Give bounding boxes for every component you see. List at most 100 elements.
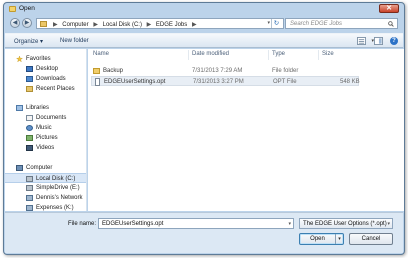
help-icon[interactable]: ? (390, 37, 398, 45)
sidebar-header-label: Libraries (26, 104, 50, 111)
star-icon (16, 56, 23, 62)
file-type-select[interactable]: The EDGE User Options (*.opt) ▾ (299, 218, 393, 229)
navigation-pane[interactable]: Favorites Desktop Downloads Recent Place… (5, 49, 87, 211)
network-drive-icon (26, 195, 33, 201)
computer-icon (16, 165, 23, 171)
address-row: ◀ ▶ ▶ Computer ▶ Local Disk (C:) ▶ EDGE … (8, 18, 400, 30)
open-dialog: Open ✕ ◀ ▶ ▶ Computer ▶ Local Disk (C:) … (3, 2, 405, 255)
music-icon (26, 125, 33, 131)
open-button[interactable]: Open ▾ (299, 233, 344, 245)
breadcrumb-item-computer[interactable]: Computer (62, 22, 88, 28)
pictures-icon (26, 135, 33, 141)
documents-icon (26, 115, 33, 121)
file-size: 548 KB (340, 78, 360, 85)
breadcrumb-separator: ▶ (191, 21, 197, 28)
column-header-name[interactable]: Name (93, 51, 109, 60)
title-bar: Open ✕ (4, 3, 404, 15)
sidebar-item-desktop[interactable]: Desktop (5, 64, 86, 74)
search-input[interactable]: Search EDGE Jobs (285, 18, 398, 29)
breadcrumb: ▶ Computer ▶ Local Disk (C:) ▶ EDGE Jobs… (50, 21, 200, 28)
sidebar-item-label: Recent Places (36, 85, 75, 92)
sidebar-item-label: Downloads (36, 75, 66, 82)
column-header-size[interactable]: Size (322, 51, 334, 60)
breadcrumb-separator: ▶ (93, 21, 98, 28)
sidebar-item-downloads[interactable]: Downloads (5, 74, 86, 84)
address-bar[interactable]: ▶ Computer ▶ Local Disk (C:) ▶ EDGE Jobs… (36, 18, 284, 29)
sidebar-item-label: SimpleDrive (E:) (36, 184, 80, 191)
sidebar-header-computer[interactable]: Computer (5, 163, 86, 173)
chevron-down-icon: ▾ (387, 220, 390, 227)
filename-label: File name: (68, 221, 97, 227)
sidebar-item-label: Videos (36, 144, 55, 151)
filename-field[interactable]: EDGEUserSettings.opt ▾ (98, 218, 294, 229)
breadcrumb-separator: ▶ (53, 21, 58, 28)
chevron-down-icon[interactable]: ▾ (335, 234, 343, 244)
column-separator[interactable] (188, 50, 189, 60)
sidebar-item-network[interactable]: Dennis's Network (5, 193, 86, 203)
file-date: 7/31/2013 7:29 AM (192, 67, 243, 74)
sidebar-item-label: Desktop (36, 65, 59, 72)
search-icon (388, 21, 394, 27)
file-row-edgeusersettings[interactable]: EDGEUserSettings.opt 7/31/2013 3:27 PM O… (91, 76, 360, 86)
sidebar-header-favorites[interactable]: Favorites (5, 54, 86, 64)
sidebar-item-label: Music (36, 124, 52, 131)
column-separator[interactable] (268, 50, 269, 60)
refresh-button[interactable]: ↻ (271, 19, 281, 28)
search-placeholder: Search EDGE Jobs (290, 20, 343, 27)
libraries-icon (16, 105, 23, 111)
window-title: Open (19, 5, 35, 12)
sidebar-item-documents[interactable]: Documents (5, 113, 86, 123)
sidebar-item-local-disk[interactable]: Local Disk (C:) (5, 173, 86, 183)
drive-icon (26, 185, 33, 191)
sidebar-header-label: Favorites (26, 55, 51, 62)
forward-button[interactable]: ▶ (22, 18, 32, 28)
sidebar-item-videos[interactable]: Videos (5, 143, 86, 153)
column-header-type[interactable]: Type (272, 51, 285, 60)
sidebar-item-label: Documents (36, 114, 67, 121)
folder-icon (93, 68, 100, 74)
sidebar-item-recent-places[interactable]: Recent Places (5, 84, 86, 94)
network-drive-icon (26, 205, 33, 211)
sidebar-item-label: Local Disk (C:) (36, 175, 76, 182)
file-date: 7/31/2013 3:27 PM (193, 78, 244, 85)
sidebar-header-label: Computer (26, 164, 53, 171)
file-row-backup[interactable]: Backup 7/31/2013 7:29 AM File folder (91, 66, 359, 76)
preview-pane-icon[interactable] (374, 37, 383, 45)
folder-icon (9, 6, 16, 12)
sidebar-item-pictures[interactable]: Pictures (5, 133, 86, 143)
back-button[interactable]: ◀ (10, 18, 20, 28)
filename-value: EDGEUserSettings.opt (102, 220, 164, 227)
column-separator[interactable] (318, 50, 319, 60)
file-name: EDGEUserSettings.opt (104, 78, 166, 85)
command-bar: Organize ▾ New folder ▾ ? (5, 33, 403, 48)
file-icon (95, 78, 100, 86)
sidebar-item-label: Dennis's Network (36, 194, 83, 201)
cancel-button[interactable]: Cancel (349, 233, 393, 245)
sidebar-item-label: Pictures (36, 134, 58, 141)
sidebar-item-simpledrive[interactable]: SimpleDrive (E:) (5, 183, 86, 193)
chevron-down-icon[interactable]: ▾ (267, 20, 270, 26)
folder-icon (40, 21, 47, 27)
file-list[interactable]: Name Date modified Type Size Backup 7/31… (88, 49, 404, 211)
chevron-down-icon[interactable]: ▾ (288, 221, 291, 227)
close-button[interactable]: ✕ (379, 4, 399, 13)
file-type: OPT File (273, 78, 297, 85)
breadcrumb-item-edge-jobs[interactable]: EDGE Jobs (156, 22, 187, 28)
open-button-label: Open (310, 236, 325, 242)
organize-button[interactable]: Organize ▾ (14, 38, 43, 45)
drive-icon (26, 176, 33, 182)
file-name: Backup (103, 67, 124, 74)
sidebar-header-libraries[interactable]: Libraries (5, 103, 86, 113)
sidebar-item-expenses[interactable]: Expenses (K:) (5, 203, 86, 211)
column-header-date[interactable]: Date modified (192, 51, 229, 60)
desktop-icon (26, 66, 33, 72)
sidebar-item-music[interactable]: Music (5, 123, 86, 133)
recent-places-icon (26, 86, 33, 92)
downloads-icon (26, 76, 33, 82)
view-options-icon[interactable] (357, 37, 366, 45)
breadcrumb-separator: ▶ (146, 21, 152, 28)
sidebar-item-label: Expenses (K:) (36, 204, 74, 211)
new-folder-button[interactable]: New folder (60, 38, 89, 44)
breadcrumb-item-local-disk[interactable]: Local Disk (C:) (103, 22, 142, 28)
file-type-value: The EDGE User Options (*.opt) (303, 220, 387, 227)
